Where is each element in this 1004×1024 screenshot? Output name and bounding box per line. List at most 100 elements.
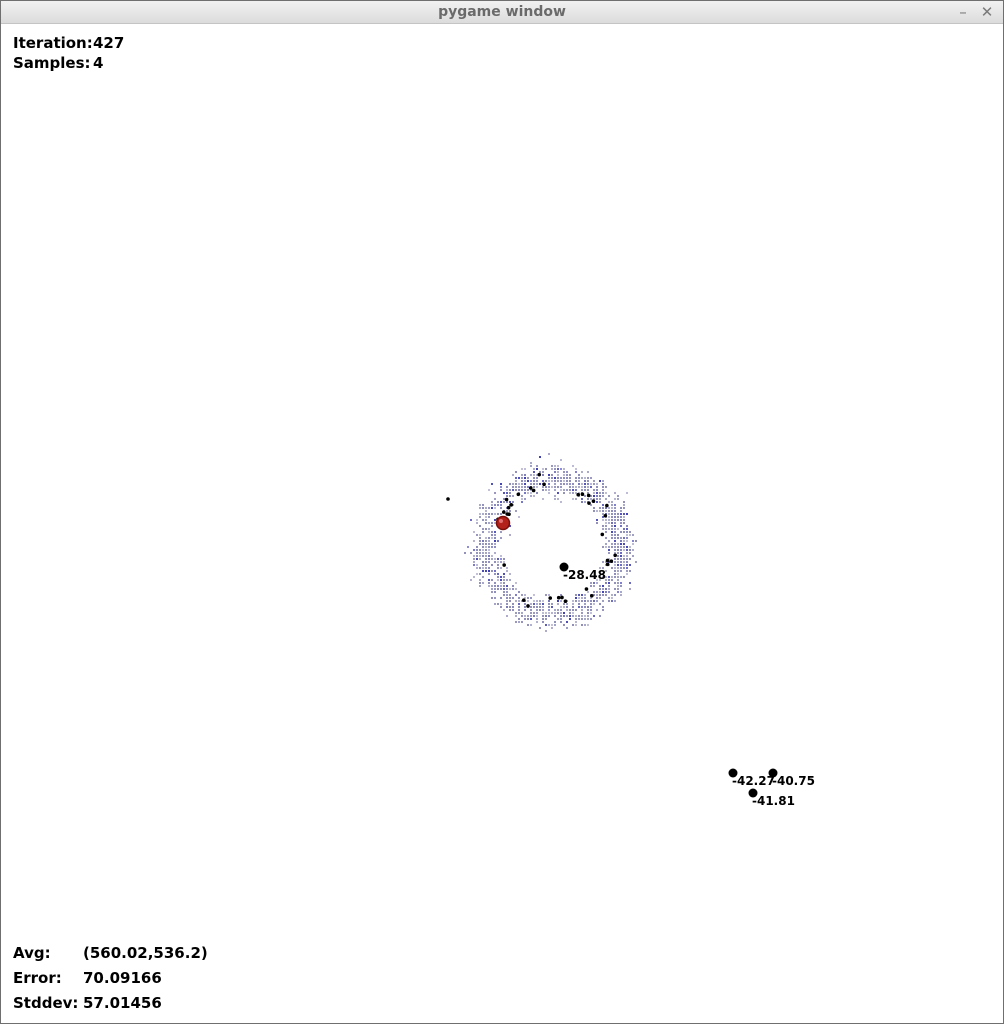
particle [506,489,508,491]
particle [611,534,613,536]
particle [485,540,487,542]
particle [605,492,607,494]
estimate-point [531,488,536,493]
particle [560,477,562,479]
particle [482,513,484,515]
estimate-point [591,499,596,503]
particle [611,507,613,509]
particle [590,618,592,620]
particle [491,534,493,536]
particle [521,483,523,485]
particle [530,612,532,614]
particle [542,615,544,617]
particle [560,618,562,620]
particle [512,609,514,611]
particle [608,495,610,497]
particle [536,465,538,467]
particle [500,483,502,485]
particle [596,495,598,497]
particle [554,465,556,467]
estimate-point [605,562,610,567]
particle [494,513,496,515]
particle [635,561,637,563]
particle [626,549,628,551]
particle [566,615,568,617]
particle [575,615,577,617]
particle [620,543,622,545]
particle [569,483,571,485]
particle [482,540,484,542]
particle [554,486,556,488]
particle [575,600,577,602]
particle [488,567,490,569]
particle [575,597,577,599]
particle [611,546,613,548]
particle [518,516,520,518]
particle [554,621,556,623]
particle [614,567,616,569]
particle [527,624,529,626]
particle [578,486,580,488]
estimate-point [548,596,553,600]
particle [620,516,622,518]
particle [557,498,559,500]
particle [605,486,607,488]
particle [602,525,604,527]
particle [479,504,481,506]
particle [545,486,547,488]
particle [593,507,595,509]
particle [587,483,589,485]
particle [593,591,595,593]
simulation-canvas[interactable]: -28.48 -42.27 -40.75 -41.81 Iteration: 4… [2,24,1004,1024]
estimate-point [586,493,591,498]
particle [584,495,586,497]
particle [521,477,523,479]
close-icon[interactable]: ✕ [977,2,997,22]
particle [614,588,616,590]
title-bar[interactable]: pygame window – ✕ [1,1,1003,24]
particle [605,498,607,500]
sample-marker: -28.48 [559,562,606,582]
particle [593,510,595,512]
particle [521,594,523,596]
particle [608,588,610,590]
particle [605,588,607,590]
particle [611,519,613,521]
particle [563,606,565,608]
minimize-icon[interactable]: – [953,2,973,22]
particle [602,609,604,611]
particle [518,606,520,608]
particle [476,573,478,575]
particle [548,609,550,611]
particle [602,600,604,602]
particle [608,540,610,542]
particle [503,573,505,575]
particle [500,555,502,557]
particle [536,615,538,617]
particle [620,594,622,596]
particle [491,555,493,557]
particle [512,474,514,476]
particle [572,609,574,611]
particle [530,603,532,605]
particle [509,600,511,602]
particle [626,525,628,527]
particle [581,594,583,596]
particle [587,591,589,593]
particle [527,477,529,479]
particle [509,510,511,512]
particle [542,471,544,473]
particle [599,597,601,599]
particle [482,576,484,578]
particle [530,615,532,617]
particle [575,492,577,494]
particle [497,588,499,590]
particle [482,555,484,557]
particle [491,564,493,566]
particle [608,528,610,530]
particle [620,558,622,560]
particle [479,516,481,518]
particle [488,573,490,575]
particle [476,549,478,551]
particle [476,519,478,521]
